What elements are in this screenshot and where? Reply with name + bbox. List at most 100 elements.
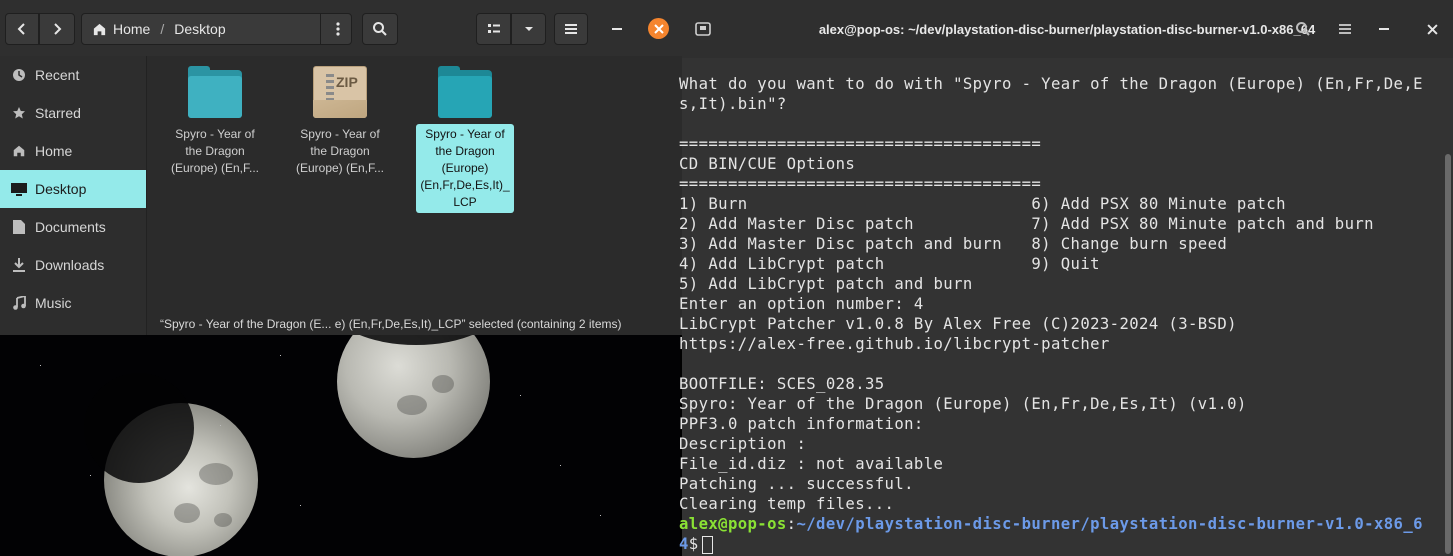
file-item-folder-selected[interactable]: Spyro - Year of the Dragon (Europe) (En,…	[416, 64, 514, 213]
breadcrumb: Home / Desktop	[81, 13, 352, 45]
terminal-output[interactable]: What do you want to do with "Spyro - Yea…	[679, 58, 1453, 556]
list-view-icon	[487, 24, 500, 33]
close-icon	[653, 23, 664, 34]
minimize-button[interactable]	[612, 28, 622, 30]
sidebar-item-recent[interactable]: Recent	[0, 56, 146, 94]
sidebar-item-music[interactable]: Music	[0, 284, 146, 322]
sidebar-item-starred[interactable]: Starred	[0, 94, 146, 132]
search-button[interactable]	[362, 13, 398, 45]
breadcrumb-desktop[interactable]: Desktop	[174, 21, 225, 37]
selection-status: “Spyro - Year of the Dragon (E... e) (En…	[148, 312, 682, 335]
terminal-menu-button[interactable]	[1328, 13, 1362, 45]
close-icon	[1426, 23, 1438, 35]
sidebar-item-downloads[interactable]: Downloads	[0, 246, 146, 284]
terminal-line: 5) Add LibCrypt patch and burn	[679, 275, 973, 293]
sidebar-item-label: Starred	[35, 105, 81, 121]
hamburger-menu-icon	[565, 24, 577, 34]
chevron-right-icon	[54, 23, 62, 35]
terminal-search-button[interactable]	[1286, 13, 1320, 45]
terminal-line: =====================================	[679, 135, 1042, 153]
prompt-user: alex@pop-os	[679, 515, 787, 533]
terminal-line: Spyro: Year of the Dragon (Europe) (En,F…	[679, 395, 1247, 413]
terminal-line: BOOTFILE: SCES_028.35	[679, 375, 885, 393]
folder-icon	[187, 64, 243, 120]
terminal-line: CD BIN/CUE Options	[679, 155, 856, 173]
terminal-minimize-button[interactable]	[1379, 28, 1389, 30]
terminal-line: LibCrypt Patcher v1.0.8 By Alex Free (C)…	[679, 315, 1237, 333]
chevron-down-icon	[524, 27, 533, 31]
terminal-prompt-line: alex@pop-os:~/dev/playstation-disc-burne…	[679, 514, 1423, 534]
zip-archive-icon: ZIP	[312, 64, 368, 120]
sidebar-item-label: Desktop	[35, 181, 87, 197]
moon-image	[84, 373, 258, 556]
terminal-line: Enter an option number: 4	[679, 295, 924, 313]
desktop-screen: Home / Desktop Recent Starred Home Deskt…	[0, 0, 1453, 556]
music-icon	[11, 295, 27, 311]
terminal-header: alex@pop-os: ~/dev/playstation-disc-burn…	[682, 0, 1453, 58]
clock-icon	[11, 67, 27, 83]
forward-button[interactable]	[39, 13, 75, 45]
file-item-name: Spyro - Year of the Dragon (Europe) (En,…	[416, 124, 514, 213]
file-manager-window: Home / Desktop Recent Starred Home Deskt…	[0, 0, 682, 335]
document-icon	[11, 219, 27, 235]
terminal-line: 2) Add Master Disc patch 7) Add PSX 80 M…	[679, 215, 1374, 233]
terminal-line: PPF3.0 patch information:	[679, 415, 924, 433]
file-item-zip[interactable]: ZIP Spyro - Year of the Dragon (Europe) …	[291, 64, 389, 179]
search-icon	[373, 22, 387, 36]
kebab-menu-icon[interactable]	[330, 21, 346, 37]
prompt-path-wrap: 4	[679, 535, 689, 553]
search-icon	[1296, 22, 1310, 36]
terminal-line: 1) Burn 6) Add PSX 80 Minute patch	[679, 195, 1286, 213]
terminal-line: =====================================	[679, 175, 1042, 193]
file-manager-header: Home / Desktop	[0, 0, 682, 56]
sidebar-item-documents[interactable]: Documents	[0, 208, 146, 246]
view-toggle-button[interactable]	[476, 13, 511, 45]
terminal-title: alex@pop-os: ~/dev/playstation-disc-burn…	[818, 21, 1316, 37]
terminal-line: Patching ... successful.	[679, 475, 914, 493]
sidebar-item-home[interactable]: Home	[0, 132, 146, 170]
terminal-prompt-line-wrap: 4$	[679, 534, 713, 554]
breadcrumb-home[interactable]: Home	[113, 21, 150, 37]
home-icon	[11, 143, 27, 159]
terminal-line: Clearing temp files...	[679, 495, 895, 513]
sidebar-item-label: Documents	[35, 219, 106, 235]
file-item-name: Spyro - Year of the Dragon (Europe) (En,…	[295, 127, 385, 175]
home-icon	[92, 22, 107, 37]
close-button[interactable]	[648, 18, 669, 39]
desktop-wallpaper	[0, 335, 680, 556]
file-grid: Spyro - Year of the Dragon (Europe) (En,…	[148, 56, 682, 335]
sidebar-item-desktop[interactable]: Desktop	[0, 170, 146, 208]
terminal-line: https://alex-free.github.io/libcrypt-pat…	[679, 335, 1110, 353]
breadcrumb-separator: /	[160, 21, 165, 37]
back-button[interactable]	[5, 13, 39, 45]
terminal-line: File_id.diz : not available	[679, 455, 944, 473]
terminal-line: 3) Add Master Disc patch and burn 8) Cha…	[679, 235, 1228, 253]
sidebar-item-label: Music	[35, 295, 72, 311]
prompt-path: ~/dev/playstation-disc-burner/playstatio…	[796, 515, 1423, 533]
hamburger-menu-icon	[1339, 24, 1351, 34]
terminal-cursor	[701, 535, 713, 554]
terminal-line: What do you want to do with "Spyro - Yea…	[679, 75, 1423, 93]
places-sidebar: Recent Starred Home Desktop Documents Do…	[0, 56, 147, 335]
moon-image	[331, 335, 501, 458]
folder-icon	[437, 64, 493, 120]
terminal-scrollbar[interactable]	[1445, 154, 1451, 554]
file-item-name: Spyro - Year of the Dragon (Europe) (En,…	[170, 127, 260, 175]
sidebar-item-label: Home	[35, 143, 73, 159]
download-icon	[11, 257, 27, 273]
sidebar-item-label: Downloads	[35, 257, 105, 273]
terminal-line: Description :	[679, 435, 807, 453]
prompt-separator: :	[786, 515, 797, 533]
main-menu-button[interactable]	[554, 13, 588, 45]
zip-badge: ZIP	[336, 74, 358, 90]
desktop-icon	[11, 181, 27, 197]
chevron-left-icon	[17, 23, 25, 35]
terminal-line: 4) Add LibCrypt patch 9) Quit	[679, 255, 1100, 273]
star-icon	[11, 105, 27, 121]
file-item-folder[interactable]: Spyro - Year of the Dragon (Europe) (En,…	[166, 64, 264, 179]
terminal-close-button[interactable]	[1415, 13, 1449, 45]
view-options-button[interactable]	[511, 13, 546, 45]
prompt-symbol: $	[688, 535, 699, 553]
sidebar-item-label: Recent	[35, 67, 80, 83]
terminal-line: s,It).bin"?	[679, 95, 787, 113]
